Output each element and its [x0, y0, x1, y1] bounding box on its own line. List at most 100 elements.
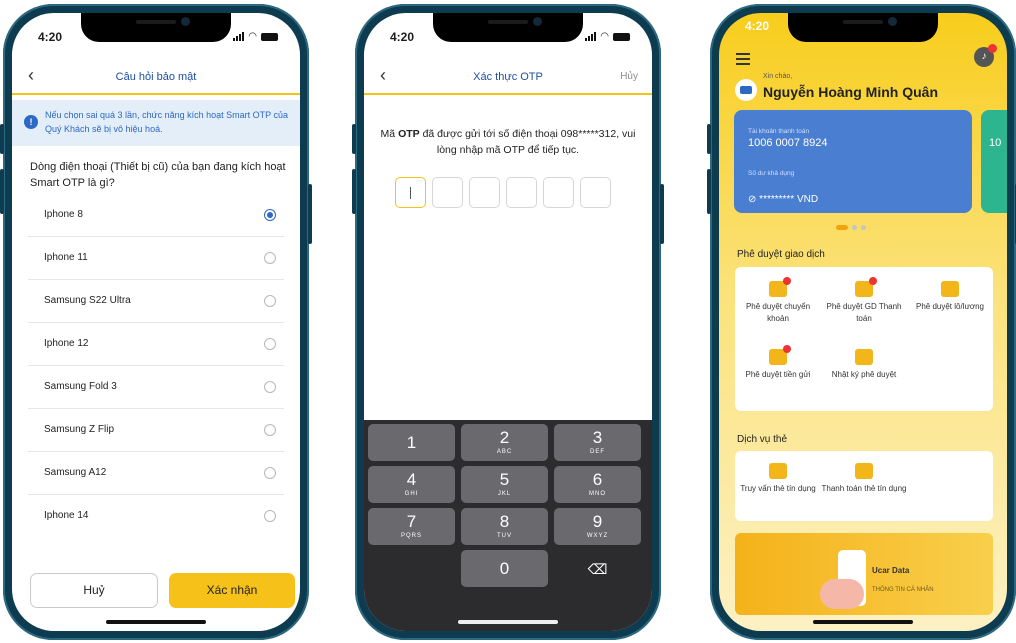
key-number: 2: [499, 428, 510, 447]
cancel-button[interactable]: Huỷ: [30, 573, 158, 608]
key-number: 0: [499, 559, 510, 578]
key-number: 1: [406, 433, 417, 452]
credit-card-search-icon: [769, 463, 787, 479]
card-panel: Truy vấn thẻ tín dụng Thanh toán thẻ tín…: [735, 451, 993, 521]
key-letters: PQRS: [400, 533, 422, 539]
tile-approve-payroll[interactable]: Phê duyệt lô/lương: [907, 281, 993, 313]
option-item[interactable]: Samsung Z Flip: [28, 409, 284, 452]
payroll-approve-icon: [941, 281, 959, 297]
radio-icon[interactable]: [264, 295, 276, 307]
key-number: 7: [406, 512, 417, 531]
key-number: 9: [592, 512, 603, 531]
key-5[interactable]: 5 JKL: [461, 466, 548, 503]
option-list: Iphone 8 Iphone 11 Samsung S22 Ultra Iph…: [28, 194, 284, 538]
screen-otp: 4:20 ◠ ‹ Xác thực OTP Hủy Mã OTP đã được…: [364, 13, 652, 631]
tile-approve-transfer[interactable]: Phê duyệt chuyển khoản: [735, 277, 821, 325]
key-letters: GHI: [404, 491, 419, 497]
banner-title: Ucar Data: [872, 566, 910, 575]
option-label: Samsung A12: [44, 467, 107, 478]
warning-banner: ! Nếu chọn sai quá 3 lần, chức năng kích…: [12, 100, 300, 146]
user-name: Nguyễn Hoàng Minh Quân: [763, 84, 938, 100]
screen-home: 4:20 ♪ Xin chào, Nguyễn Hoàng Minh Quân …: [719, 13, 1007, 631]
carousel-dots: [836, 225, 866, 230]
phone-frame-security-question: 4:20 ◠ ‹ Câu hỏi bảo mật ! Nếu chọn sai …: [0, 4, 312, 640]
option-item[interactable]: Iphone 12: [28, 323, 284, 366]
transfer-approve-icon: [769, 277, 791, 297]
phone-frame-home: 4:20 ♪ Xin chào, Nguyễn Hoàng Minh Quân …: [707, 4, 1016, 640]
key-1[interactable]: 1: [368, 424, 455, 461]
option-label: Samsung Z Flip: [44, 424, 115, 435]
key-7[interactable]: 7 PQRS: [368, 508, 455, 545]
option-item[interactable]: Samsung S22 Ultra: [28, 280, 284, 323]
promo-banner[interactable]: Ucar Data THÔNG TIN CÁ NHÂN: [735, 533, 993, 615]
numeric-keypad: 1 2 ABC 3 DEF 4 GHI 5 JKL 6 MNO 7 PQRS 8 TUV 9 W…: [364, 420, 652, 631]
status-time: 4:20: [390, 30, 415, 44]
radio-icon[interactable]: [264, 510, 276, 522]
radio-selected-icon[interactable]: [264, 209, 276, 221]
otp-input-group[interactable]: [395, 177, 611, 208]
confirm-button[interactable]: Xác nhận: [169, 573, 295, 608]
question-text: Dòng điện thoại (Thiết bị cũ) của bạn đa…: [30, 161, 286, 189]
radio-icon[interactable]: [264, 467, 276, 479]
battery-icon: [261, 33, 278, 41]
notch: [433, 13, 583, 42]
eye-hidden-icon[interactable]: ⊘: [748, 194, 759, 205]
wifi-icon: ◠: [248, 31, 257, 42]
balance-label: Số dư khả dụng: [748, 170, 795, 177]
otp-message: Mã OTP đã được gửi tới số điện thoại 098…: [378, 126, 638, 158]
otp-digit-box[interactable]: [395, 177, 426, 208]
key-3[interactable]: 3 DEF: [554, 424, 641, 461]
otp-digit-box[interactable]: [432, 177, 463, 208]
account-number-partial: 10: [989, 137, 1002, 149]
key-number: 5: [499, 470, 510, 489]
delete-key[interactable]: ⌫: [554, 550, 641, 587]
home-indicator: [106, 620, 206, 624]
key-2[interactable]: 2 ABC: [461, 424, 548, 461]
key-6[interactable]: 6 MNO: [554, 466, 641, 503]
tile-approve-log[interactable]: Nhật ký phê duyệt: [821, 349, 907, 381]
otp-digit-box[interactable]: [580, 177, 611, 208]
menu-icon[interactable]: [736, 53, 750, 68]
tile-approve-deposit[interactable]: Phê duyệt tiền gửi: [735, 345, 821, 381]
option-label: Samsung S22 Ultra: [44, 295, 131, 306]
deposit-approve-icon: [769, 345, 791, 365]
option-item[interactable]: Iphone 14: [28, 495, 284, 538]
account-card[interactable]: Tài khoản thanh toán 1006 0007 8924 Số d…: [734, 110, 972, 213]
key-4[interactable]: 4 GHI: [368, 466, 455, 503]
key-8[interactable]: 8 TUV: [461, 508, 548, 545]
cancel-link[interactable]: Hủy: [620, 71, 638, 82]
option-item[interactable]: Samsung A12: [28, 452, 284, 495]
radio-icon[interactable]: [264, 338, 276, 350]
tile-credit-payment[interactable]: Thanh toán thẻ tín dụng: [821, 463, 907, 495]
otp-digit-box[interactable]: [543, 177, 574, 208]
option-item[interactable]: Samsung Fold 3: [28, 366, 284, 409]
key-9[interactable]: 9 WXYZ: [554, 508, 641, 545]
battery-icon: [613, 33, 630, 41]
key-number: 3: [592, 428, 603, 447]
account-label: Tài khoản thanh toán: [748, 128, 810, 135]
info-icon: !: [24, 115, 38, 129]
radio-icon[interactable]: [264, 252, 276, 264]
account-card-next[interactable]: 10: [981, 110, 1007, 213]
tile-approve-payment[interactable]: Phê duyệt GD Thanh toán: [821, 277, 907, 325]
otp-message-bold: OTP: [398, 128, 420, 140]
key-letters: DEF: [590, 449, 605, 455]
signal-icon: [585, 32, 597, 41]
tile-credit-inquiry[interactable]: Truy vấn thẻ tín dụng: [735, 463, 821, 495]
banner-subtitle: THÔNG TIN CÁ NHÂN: [872, 587, 934, 593]
key-0[interactable]: 0: [461, 550, 548, 587]
approve-panel: Phê duyệt chuyển khoản Phê duyệt GD Than…: [735, 267, 993, 411]
account-number: 1006 0007 8924: [748, 137, 828, 149]
tile-label: Thanh toán thẻ tín dụng: [821, 484, 907, 493]
radio-icon[interactable]: [264, 381, 276, 393]
otp-digit-box[interactable]: [506, 177, 537, 208]
nav-bar: ‹ Xác thực OTP Hủy: [364, 53, 652, 95]
option-label: Iphone 14: [44, 510, 89, 521]
option-item[interactable]: Iphone 8: [28, 194, 284, 237]
otp-digit-box[interactable]: [469, 177, 500, 208]
option-item[interactable]: Iphone 11: [28, 237, 284, 280]
radio-icon[interactable]: [264, 424, 276, 436]
balance-masked: ⊘ ********* VND: [748, 194, 818, 205]
hand-illustration: [820, 579, 864, 609]
bank-logo: [735, 79, 757, 101]
